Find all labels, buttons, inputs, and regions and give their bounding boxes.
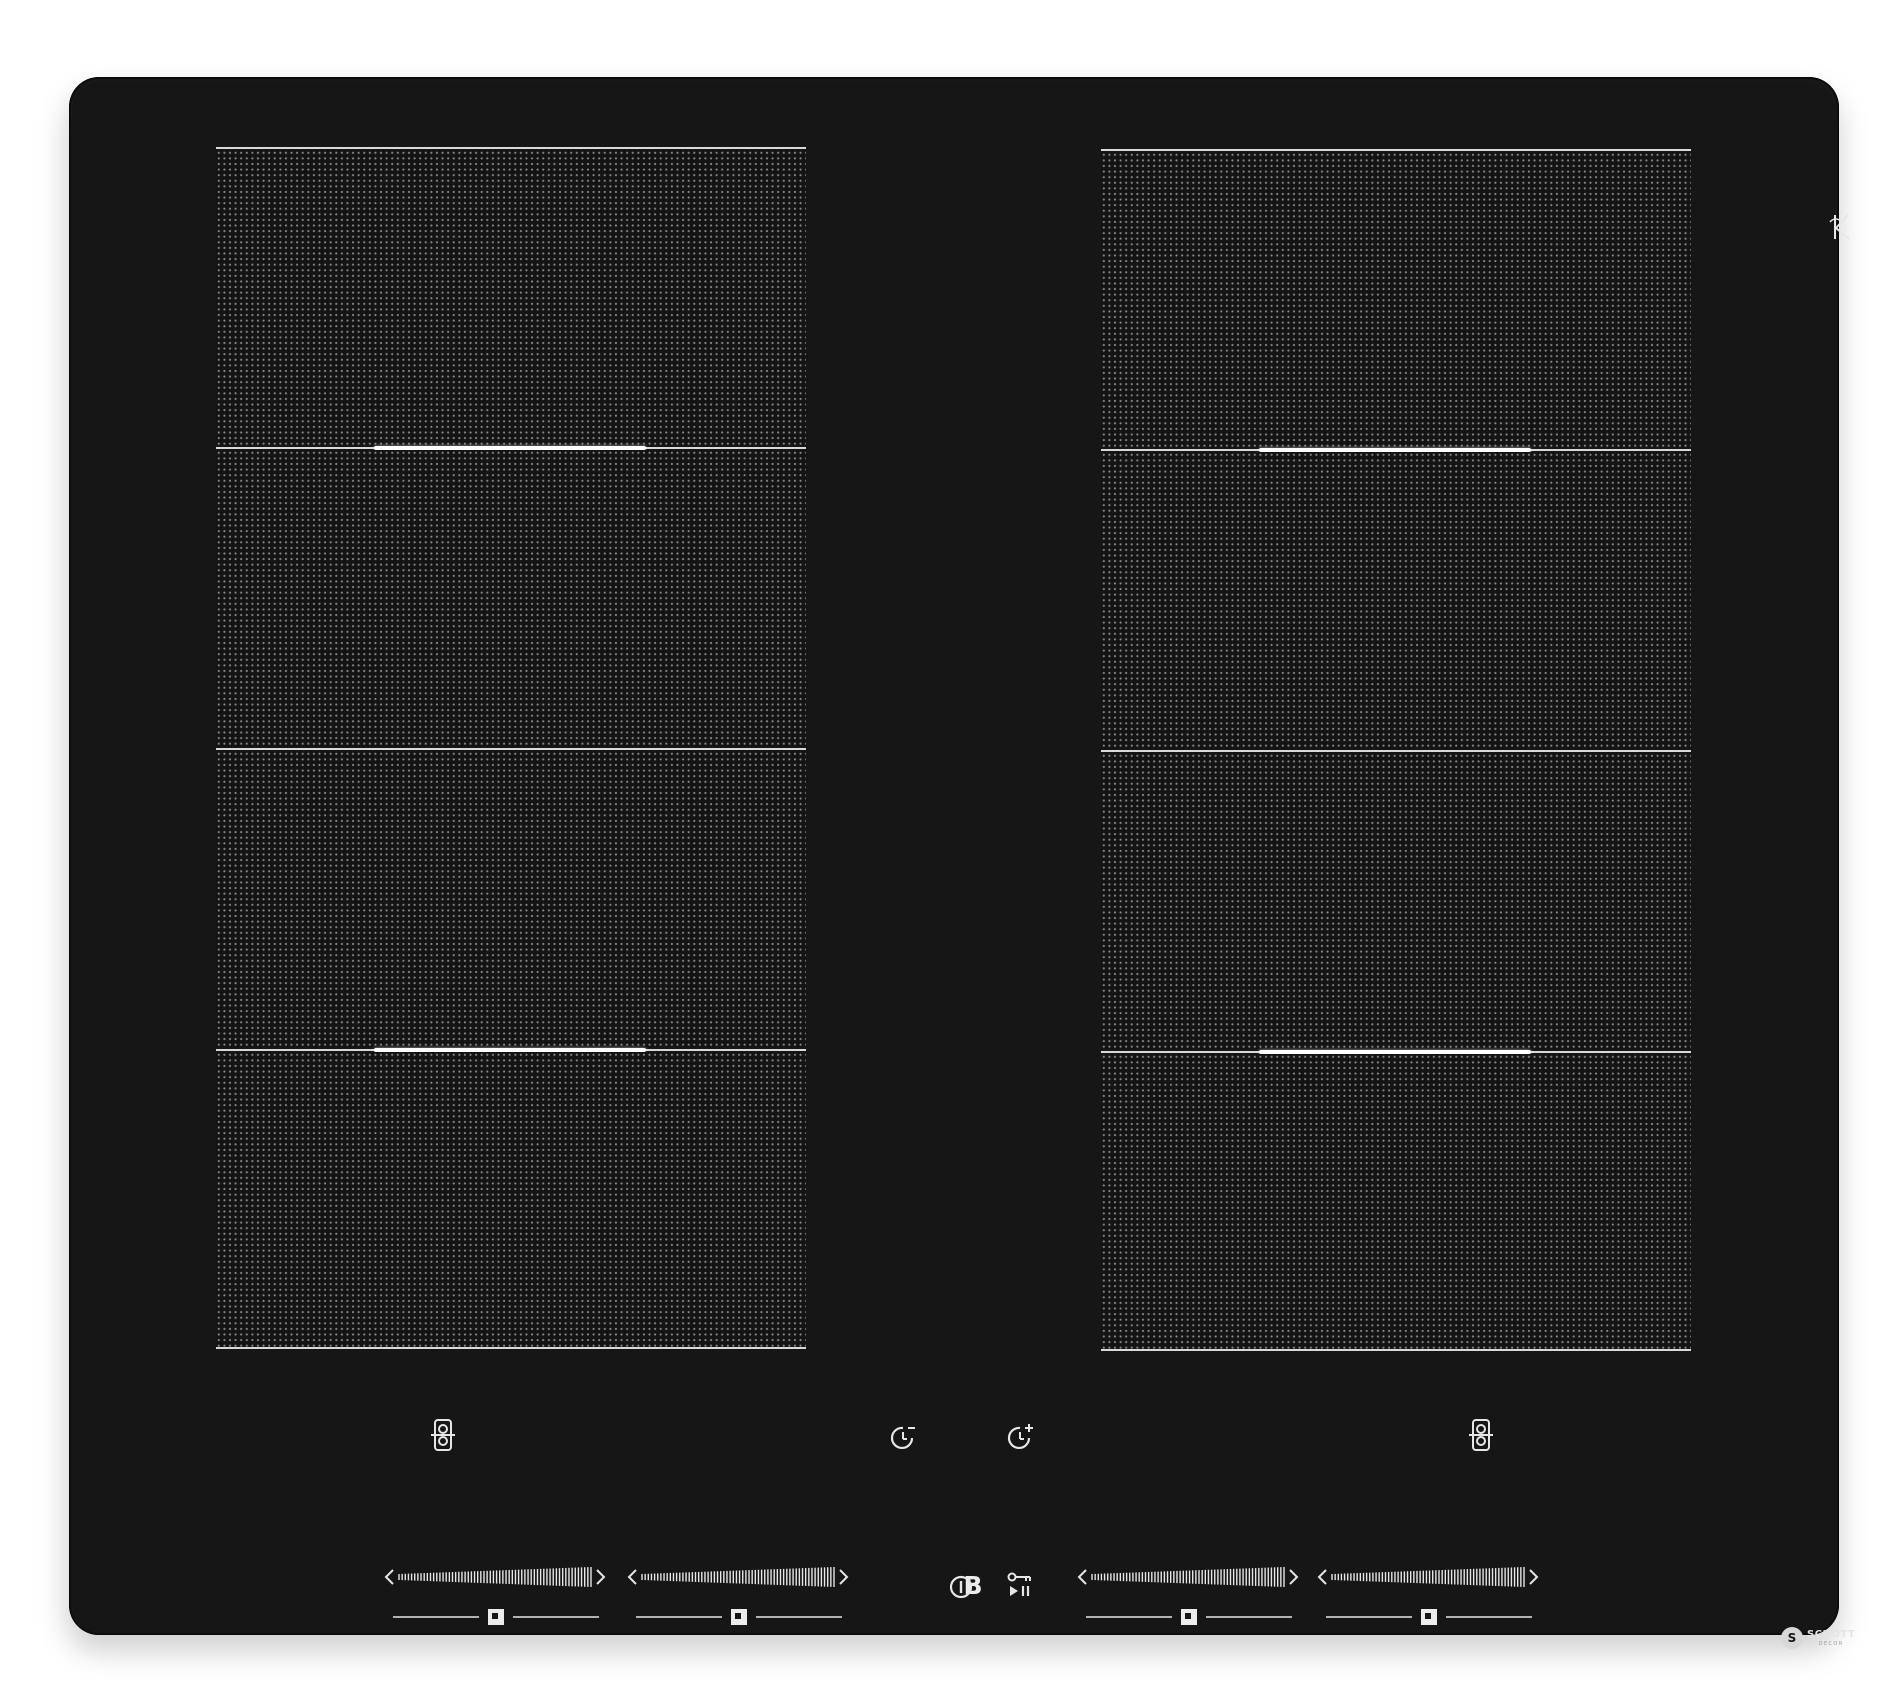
- timer-plus-icon[interactable]: [1000, 1418, 1040, 1458]
- chevron-left-icon[interactable]: [1077, 1569, 1087, 1585]
- chevron-left-icon[interactable]: [627, 1569, 637, 1585]
- slider-zone-1[interactable]: [383, 1565, 607, 1589]
- slider-ticks: [1091, 1567, 1285, 1587]
- level-bar-zone-3[interactable]: [1086, 1608, 1292, 1626]
- chevron-left-icon[interactable]: [384, 1569, 394, 1585]
- left-cooking-area: [216, 147, 806, 1349]
- left-zone-2[interactable]: [216, 450, 806, 747]
- chevron-left-icon[interactable]: [1317, 1569, 1327, 1585]
- timer-minus-icon[interactable]: [883, 1418, 923, 1458]
- left-zone-1[interactable]: [216, 150, 806, 445]
- left-zone-bridge-icon[interactable]: [423, 1415, 463, 1455]
- brand-subline: DECOR: [1818, 1640, 1844, 1647]
- induction-cooktop: B S SCHOTT DECOR: [69, 77, 1855, 1649]
- slider-ticks: [641, 1567, 835, 1587]
- slider-ticks: [398, 1567, 592, 1587]
- schott-badge-icon: S: [1781, 1627, 1803, 1649]
- selector-square-icon[interactable]: [1421, 1609, 1437, 1625]
- left-zone-3[interactable]: [216, 751, 806, 1047]
- brand-text: SCHOTT DECOR: [1807, 1628, 1856, 1647]
- left-zone-4[interactable]: [216, 1052, 806, 1347]
- right-area-top-line: [1101, 149, 1691, 151]
- chevron-right-icon[interactable]: [1289, 1569, 1299, 1585]
- slider-zone-2[interactable]: [626, 1565, 850, 1589]
- k-monogram-logo-icon: [1824, 210, 1858, 244]
- left-zone-divider-2: [216, 748, 806, 750]
- right-area-bottom-line: [1101, 1349, 1691, 1351]
- level-bar-zone-1[interactable]: [393, 1608, 599, 1626]
- right-zone-divider-2: [1101, 750, 1691, 752]
- left-area-bottom-line: [216, 1347, 806, 1349]
- selector-square-icon[interactable]: [1181, 1609, 1197, 1625]
- brand-name: SCHOTT: [1807, 1628, 1856, 1640]
- right-zone-4[interactable]: [1101, 1054, 1691, 1349]
- chevron-right-icon[interactable]: [839, 1569, 849, 1585]
- left-area-top-line: [216, 147, 806, 149]
- key-lock-play-pause-icon[interactable]: [1000, 1566, 1040, 1606]
- level-bar-zone-4[interactable]: [1326, 1608, 1532, 1626]
- chevron-right-icon[interactable]: [596, 1569, 606, 1585]
- schott-brand-mark: S SCHOTT DECOR: [1781, 1624, 1855, 1652]
- slider-ticks: [1331, 1567, 1525, 1587]
- slider-zone-4[interactable]: [1316, 1565, 1540, 1589]
- right-zone-2[interactable]: [1101, 452, 1691, 749]
- right-zone-3[interactable]: [1101, 753, 1691, 1049]
- right-zone-bridge-icon[interactable]: [1461, 1415, 1501, 1455]
- product-photo: B S SCHOTT DECOR: [0, 0, 1901, 1685]
- right-cooking-area: [1101, 149, 1691, 1351]
- power-icon[interactable]: [941, 1567, 981, 1607]
- right-zone-1[interactable]: [1101, 152, 1691, 447]
- chevron-right-icon[interactable]: [1529, 1569, 1539, 1585]
- level-bar-zone-2[interactable]: [636, 1608, 842, 1626]
- selector-square-icon[interactable]: [488, 1609, 504, 1625]
- selector-square-icon[interactable]: [731, 1609, 747, 1625]
- slider-zone-3[interactable]: [1076, 1565, 1300, 1589]
